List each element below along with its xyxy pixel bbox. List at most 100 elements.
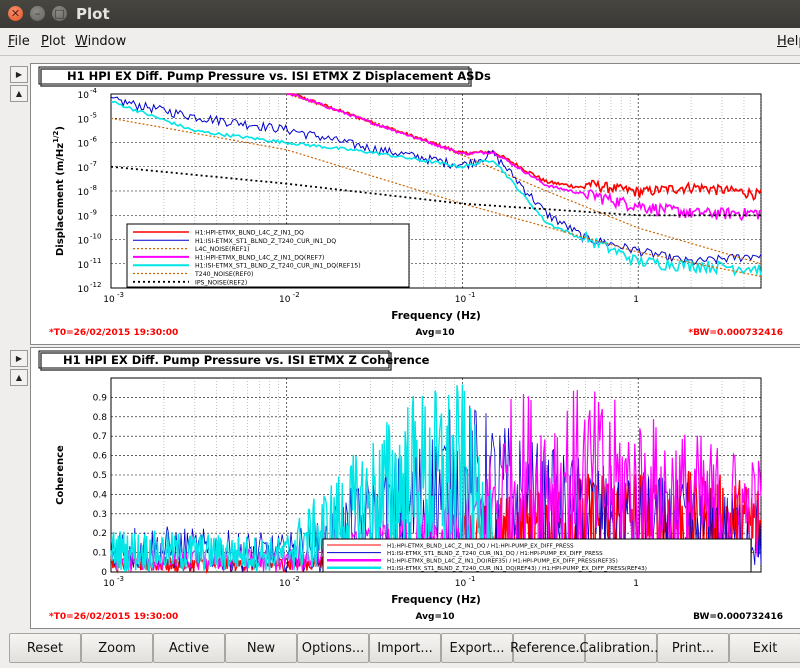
x-tick-label: 10	[455, 579, 467, 589]
expand-icon: ▶	[15, 354, 23, 363]
menu-plot[interactable]: Plot	[41, 34, 66, 49]
legend-label: L4C_NOISE(REF1)	[195, 246, 250, 253]
x-tick-label: 1	[633, 295, 639, 305]
options-button[interactable]: Options...	[297, 633, 369, 663]
active-button[interactable]: Active	[153, 633, 225, 663]
menubar: File Plot Window Help	[0, 28, 800, 54]
asd-plot[interactable]: H1 HPI EX Diff. Pump Pressure vs. ISI ET…	[31, 64, 800, 344]
y-tick-label: 0.4	[93, 490, 108, 500]
x-tick-label: 10	[279, 295, 291, 305]
new-button[interactable]: New	[225, 633, 297, 663]
x-tick-exponent: -1	[468, 291, 475, 299]
x-tick-exponent: -2	[293, 575, 300, 583]
print-button[interactable]: Print...	[657, 633, 729, 663]
y-tick-label: 0.2	[93, 529, 107, 539]
y-tick-label: 10	[78, 188, 90, 198]
close-icon: ✕	[10, 7, 21, 20]
y-tick-exponent: -12	[90, 281, 101, 289]
menu-file[interactable]: File	[8, 34, 30, 49]
y-tick-exponent: -11	[90, 257, 101, 265]
x-tick-label: 10	[279, 579, 291, 589]
menu-help-hotkey: H	[777, 34, 787, 49]
y-tick-label: 0.6	[93, 452, 108, 462]
y-tick-exponent: -10	[90, 233, 101, 241]
coherence-plot[interactable]: H1 HPI EX Diff. Pump Pressure vs. ISI ET…	[31, 348, 800, 628]
calibration-button[interactable]: Calibration...	[579, 633, 663, 663]
menu-help[interactable]: Help	[777, 34, 800, 49]
asd-x-label: Frequency (Hz)	[391, 310, 481, 322]
expand-plot-2-button[interactable]: ▶	[10, 350, 28, 367]
legend-label: H1:HPI-ETMX_BLND_L4C_Z_IN1_DQ(REF7)	[195, 254, 324, 261]
expand-plot-1-button[interactable]: ▶	[10, 66, 28, 83]
menu-plot-hotkey: P	[41, 34, 49, 49]
exit-button[interactable]: Exit	[729, 633, 800, 663]
minimize-icon: –	[34, 7, 41, 20]
x-tick-label: 10	[103, 579, 115, 589]
legend-label: H1:HPI-ETMX_BLND_L4C_Z_IN1_DQ	[195, 230, 304, 237]
menu-window[interactable]: Window	[75, 34, 126, 49]
y-tick-label: 0.5	[93, 471, 107, 481]
x-tick-exponent: -3	[117, 291, 124, 299]
y-tick-label: 10	[78, 237, 90, 247]
reference-button[interactable]: Reference...	[510, 633, 588, 663]
legend-label: H1:ISI-ETMX_ST1_BLND_Z_T240_CUR_IN1_DQ /…	[387, 551, 603, 557]
legend-label: H1:ISI-ETMX_ST1_BLND_Z_T240_CUR_IN1_DQ(R…	[195, 263, 361, 270]
x-tick-exponent: -3	[117, 575, 124, 583]
asd-t0: *T0=26/02/2015 19:30:00	[49, 328, 178, 338]
x-tick-label: 10	[455, 295, 467, 305]
y-tick-exponent: -9	[90, 208, 97, 216]
coh-t0: *T0=26/02/2015 19:30:00	[49, 612, 178, 622]
asd-y-label-exp: 1/2	[52, 130, 60, 142]
asd-y-axis: 10 -410 -510 -610 -710 -810 -910 -1010 -1110 -12	[78, 87, 102, 295]
legend-label: T240_NOISE(REF0)	[194, 271, 253, 278]
menubar-divider	[0, 55, 800, 56]
coherence-plot-panel[interactable]: H1 HPI EX Diff. Pump Pressure vs. ISI ET…	[30, 347, 800, 629]
export-button[interactable]: Export...	[441, 633, 513, 663]
x-tick-exponent: -2	[293, 291, 300, 299]
legend-label: H1:HPI-ETMX_BLND_L4C_Z_IN1_DQ(REF35) / H…	[387, 559, 618, 565]
close-window-button[interactable]: ✕	[8, 6, 23, 21]
maximize-window-button[interactable]: □	[52, 6, 67, 21]
y-tick-label: 0.8	[93, 413, 108, 423]
x-tick-exponent: -1	[468, 575, 475, 583]
legend-label: H1:ISI-ETMX_ST1_BLND_Z_T240_CUR_IN1_DQ	[195, 238, 336, 245]
coh-x-axis: 10 -3 10 -2 10 -1 1	[103, 575, 639, 589]
asd-y-label-end: )	[55, 126, 66, 131]
menu-file-label: ile	[14, 34, 30, 49]
expand-icon: ▶	[15, 70, 23, 79]
y-tick-label: 10	[78, 285, 90, 295]
maximize-icon: □	[54, 7, 65, 20]
coh-y-axis: 0.9 0.8 0.7 0.6 0.5 0.4 0.3 0.2 0.1 0	[93, 393, 108, 578]
coh-x-label: Frequency (Hz)	[391, 594, 481, 606]
y-tick-exponent: -7	[90, 160, 97, 168]
asd-y-label-text: Displacement (m/Hz	[55, 143, 66, 256]
collapse-plot-2-button[interactable]: ▲	[10, 369, 28, 386]
y-tick-exponent: -4	[90, 87, 98, 95]
window-title: Plot	[76, 5, 110, 23]
y-tick-exponent: -5	[90, 111, 97, 119]
menu-window-label: indow	[87, 34, 127, 49]
y-tick-label: 10	[78, 91, 90, 101]
y-tick-label: 10	[78, 140, 90, 150]
menu-window-hotkey: W	[75, 34, 88, 49]
menu-help-label: elp	[786, 34, 800, 49]
import-button[interactable]: Import...	[369, 633, 441, 663]
up-arrow-icon: ▲	[15, 373, 23, 382]
asd-bw: *BW=0.000732416	[688, 328, 783, 338]
y-tick-label: 0	[101, 568, 107, 578]
collapse-plot-1-button[interactable]: ▲	[10, 85, 28, 102]
y-tick-label: 0.3	[93, 510, 107, 520]
coh-avg: Avg=10	[415, 612, 454, 622]
asd-y-label: Displacement (m/Hz1/2)	[52, 126, 66, 256]
y-tick-exponent: -8	[90, 184, 97, 192]
y-tick-label: 0.7	[93, 432, 107, 442]
minimize-window-button[interactable]: –	[30, 6, 45, 21]
y-tick-exponent: -6	[90, 136, 98, 144]
reset-button[interactable]: Reset	[9, 633, 81, 663]
zoom-button[interactable]: Zoom	[81, 633, 153, 663]
menu-plot-label: lot	[48, 34, 66, 49]
asd-x-axis: 10 -3 10 -2 10 -1 1	[103, 291, 639, 305]
asd-title: H1 HPI EX Diff. Pump Pressure vs. ISI ET…	[67, 69, 491, 83]
coh-y-label: Coherence	[55, 445, 66, 505]
asd-plot-panel[interactable]: H1 HPI EX Diff. Pump Pressure vs. ISI ET…	[30, 63, 800, 345]
